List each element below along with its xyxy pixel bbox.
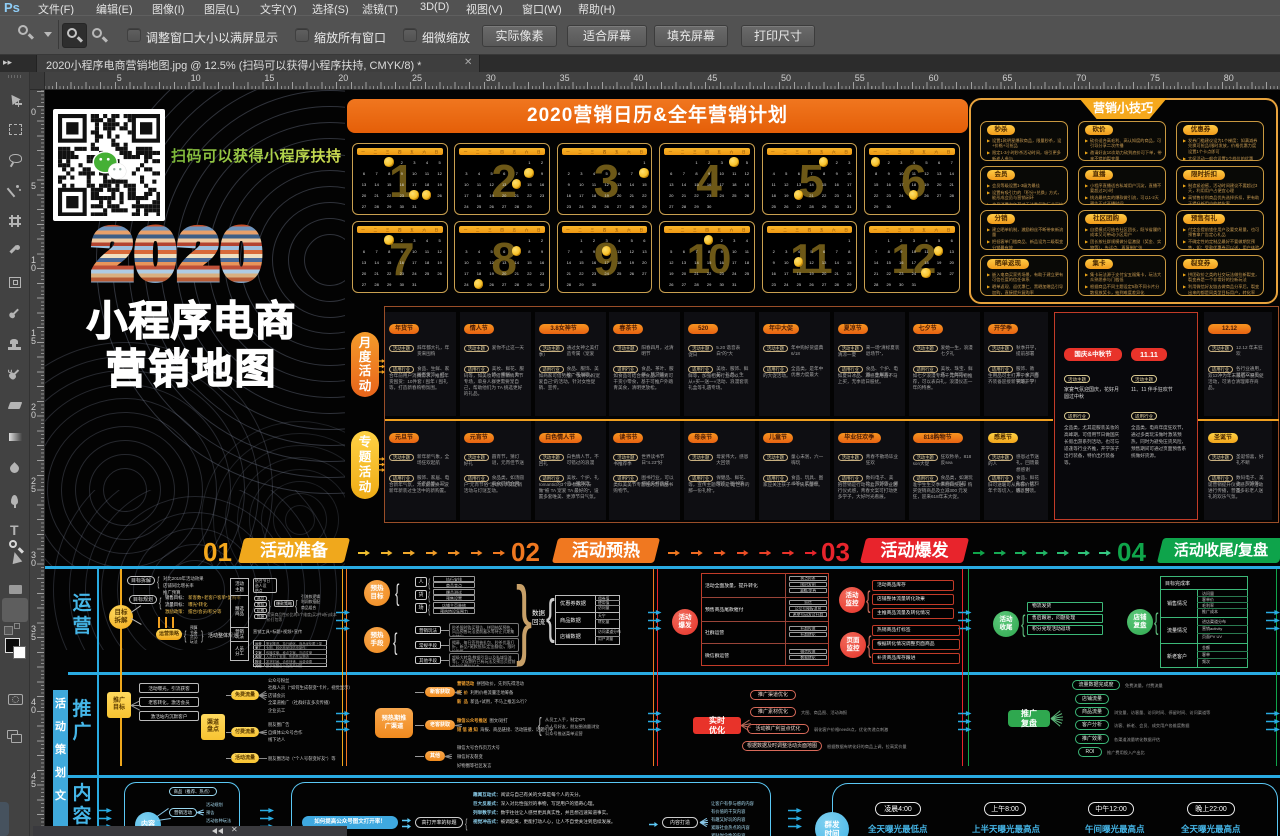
svg-text:2020: 2020: [93, 218, 265, 290]
